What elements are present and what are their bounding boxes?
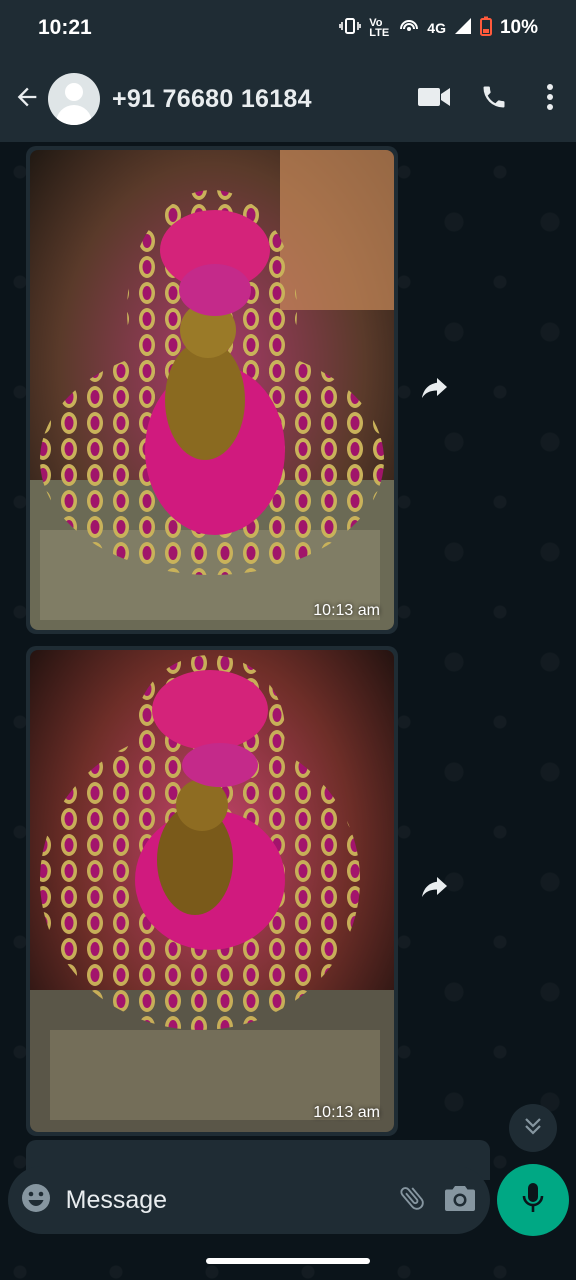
more-options-button[interactable] [524, 69, 576, 129]
battery-level: 10% [499, 17, 538, 38]
gesture-navigation-bar[interactable] [206, 1258, 370, 1264]
phone-icon [480, 83, 508, 116]
voice-call-button[interactable] [464, 69, 524, 129]
camera-icon [444, 1184, 476, 1217]
emoji-button[interactable] [10, 1170, 62, 1230]
image-message[interactable]: 10:13 am [26, 146, 398, 634]
paperclip-icon [397, 1183, 427, 1218]
battery-icon [479, 16, 492, 40]
message-time: 10:13 am [313, 1104, 380, 1121]
video-call-button[interactable] [404, 69, 464, 129]
message-input[interactable] [61, 1175, 388, 1225]
status-time: 10:21 [38, 16, 92, 39]
hotspot-icon [399, 17, 419, 39]
contact-name[interactable]: +91 76680 16184 [112, 85, 312, 114]
contact-avatar[interactable] [48, 73, 100, 125]
chat-messages-area[interactable]: 10:13 am 10:13 am [0, 142, 576, 1280]
camera-button[interactable] [436, 1170, 484, 1230]
default-avatar-icon [65, 83, 83, 101]
emoji-icon [20, 1182, 52, 1219]
status-indicators: Vo LTE 4G 10% [339, 16, 538, 40]
volte-label: Vo LTE [369, 17, 390, 39]
forward-button[interactable] [418, 373, 452, 407]
forward-icon [421, 875, 449, 904]
image-message[interactable]: 10:13 am [26, 646, 398, 1136]
chat-header: +91 76680 16184 [0, 56, 576, 142]
network-type: 4G [427, 20, 446, 36]
scroll-to-bottom-button[interactable] [509, 1104, 557, 1152]
message-composer [8, 1166, 490, 1234]
status-bar: 10:21 Vo LTE 4G 10% [0, 0, 576, 56]
attach-button[interactable] [388, 1170, 436, 1230]
signal-icon [454, 17, 472, 39]
forward-button[interactable] [418, 872, 452, 906]
arrow-back-icon [13, 83, 41, 116]
message-photo[interactable]: 10:13 am [30, 150, 394, 630]
forward-icon [421, 376, 449, 405]
double-chevron-down-icon [522, 1115, 544, 1142]
vibrate-icon [339, 17, 362, 39]
back-button[interactable] [4, 69, 50, 129]
voice-message-button[interactable] [497, 1164, 569, 1236]
message-photo[interactable]: 10:13 am [30, 650, 394, 1132]
message-time: 10:13 am [313, 602, 380, 619]
video-call-icon [418, 86, 450, 113]
more-vert-icon [546, 83, 554, 115]
mic-icon [521, 1182, 545, 1219]
